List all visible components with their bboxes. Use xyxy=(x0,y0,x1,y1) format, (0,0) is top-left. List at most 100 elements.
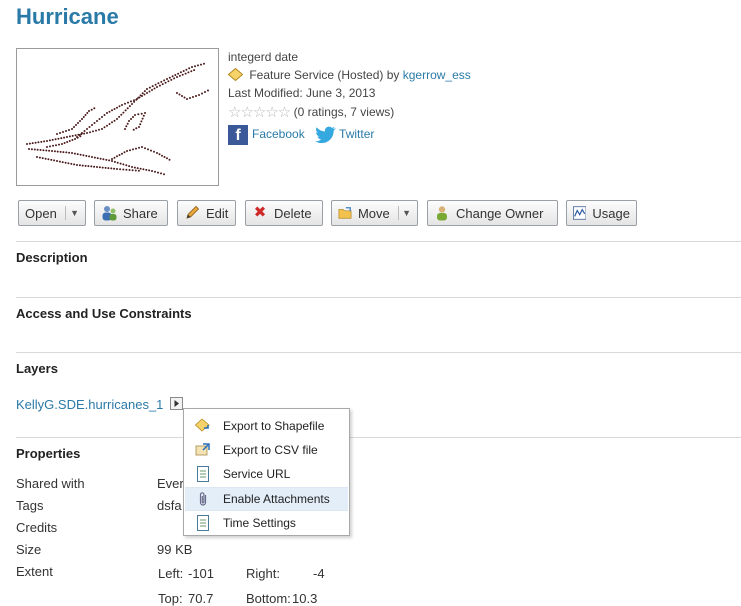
track-point xyxy=(137,113,140,116)
track-point xyxy=(41,157,44,160)
track-point xyxy=(191,66,193,68)
paperclip-icon xyxy=(199,492,207,506)
track-point xyxy=(53,159,56,162)
track-point xyxy=(51,150,53,152)
extent-right-value: -4 xyxy=(313,566,325,581)
extent-left-label: Left: xyxy=(158,566,184,581)
track-point xyxy=(151,89,153,91)
track-point xyxy=(132,116,134,118)
track-point xyxy=(147,148,149,151)
track-point xyxy=(181,73,184,76)
facebook-icon[interactable]: f xyxy=(228,125,248,145)
track-point xyxy=(193,69,196,72)
track-point xyxy=(160,172,162,175)
track-point xyxy=(164,81,167,84)
edit-button[interactable]: Edit xyxy=(177,200,236,226)
feature-service-icon xyxy=(227,67,244,82)
layer-link[interactable]: KellyG.SDE.hurricanes_1 xyxy=(16,397,163,412)
track-point xyxy=(148,169,151,172)
menu-item-export-csv[interactable]: Export to CSV file xyxy=(185,438,348,462)
track-point xyxy=(37,141,40,144)
track-point xyxy=(190,70,193,73)
track-point xyxy=(91,156,93,158)
track-point xyxy=(65,130,67,132)
track-point xyxy=(178,74,181,77)
track-point xyxy=(125,168,128,171)
open-button[interactable]: Open ▼ xyxy=(18,200,86,226)
track-point xyxy=(113,167,116,170)
track-point xyxy=(108,159,111,162)
twitter-link[interactable]: Twitter xyxy=(339,127,374,141)
layer-row: KellyG.SDE.hurricanes_1 xyxy=(16,397,184,412)
layers-heading: Layers xyxy=(16,361,58,376)
track-point xyxy=(187,71,190,74)
track-point xyxy=(73,152,76,155)
track-point xyxy=(179,71,182,74)
track-point xyxy=(51,138,54,141)
track-point xyxy=(194,65,196,68)
track-point xyxy=(148,90,151,93)
shared-with-label: Shared with xyxy=(16,476,85,491)
track-point xyxy=(122,163,125,166)
track-point xyxy=(143,93,146,96)
move-button[interactable]: Move ▼ xyxy=(331,200,418,226)
track-point xyxy=(60,137,63,140)
menu-item-enable-attachments[interactable]: Enable Attachments xyxy=(185,487,348,511)
menu-item-time-settings[interactable]: Time Settings xyxy=(185,511,348,535)
track-point xyxy=(176,76,178,78)
divider xyxy=(16,297,741,298)
share-icon xyxy=(102,206,117,221)
item-name: integerd date xyxy=(228,50,299,64)
track-point xyxy=(153,150,155,153)
delete-button[interactable]: ✖ Delete xyxy=(245,200,323,226)
track-point xyxy=(135,147,137,150)
track-point xyxy=(160,80,163,83)
track-point xyxy=(186,98,188,100)
track-point xyxy=(156,152,158,154)
twitter-icon[interactable] xyxy=(314,125,336,145)
track-point xyxy=(128,169,131,171)
track-point xyxy=(46,146,48,148)
change-owner-button[interactable]: Change Owner xyxy=(427,200,558,226)
owner-link[interactable]: kgerrow_ess xyxy=(403,68,471,82)
track-point xyxy=(104,166,107,169)
track-point xyxy=(98,118,101,120)
track-point xyxy=(124,109,127,112)
track-point xyxy=(153,87,156,90)
track-point xyxy=(101,116,103,118)
delete-button-label: Delete xyxy=(274,205,312,221)
facebook-link[interactable]: Facebook xyxy=(252,127,305,141)
track-point xyxy=(184,72,187,75)
divider xyxy=(16,437,741,438)
track-point xyxy=(140,112,143,115)
menu-item-label: Enable Attachments xyxy=(223,492,330,506)
track-point xyxy=(53,150,56,153)
track-point xyxy=(63,136,66,139)
track-point xyxy=(38,156,41,159)
track-point xyxy=(49,145,51,148)
usage-button[interactable]: Usage xyxy=(566,200,637,226)
menu-item-export-shapefile[interactable]: Export to Shapefile xyxy=(185,414,348,438)
track-point xyxy=(170,78,173,81)
menu-item-label: Export to CSV file xyxy=(223,443,318,457)
description-heading: Description xyxy=(16,250,88,265)
tags-value[interactable]: dsfa xyxy=(157,498,182,513)
track-point xyxy=(177,72,180,75)
divider xyxy=(16,241,741,242)
track-point xyxy=(39,149,42,151)
extent-right-label: Right: xyxy=(246,566,280,581)
track-point xyxy=(148,86,151,89)
share-button[interactable]: Share xyxy=(94,200,168,226)
track-point xyxy=(111,121,113,124)
track-point xyxy=(46,140,48,142)
csv-export-icon xyxy=(195,443,210,456)
layer-menu-arrow-icon[interactable] xyxy=(170,397,184,410)
track-point xyxy=(95,129,97,132)
rating-stars[interactable]: ☆☆☆☆☆ xyxy=(228,103,291,121)
track-point xyxy=(143,90,146,93)
ratings-line: ☆☆☆☆☆ (0 ratings, 7 views) xyxy=(228,103,394,121)
track-point xyxy=(144,112,146,114)
menu-item-service-url[interactable]: Service URL xyxy=(185,462,348,486)
social-links: f Facebook Twitter xyxy=(228,125,374,145)
track-point xyxy=(63,142,66,144)
